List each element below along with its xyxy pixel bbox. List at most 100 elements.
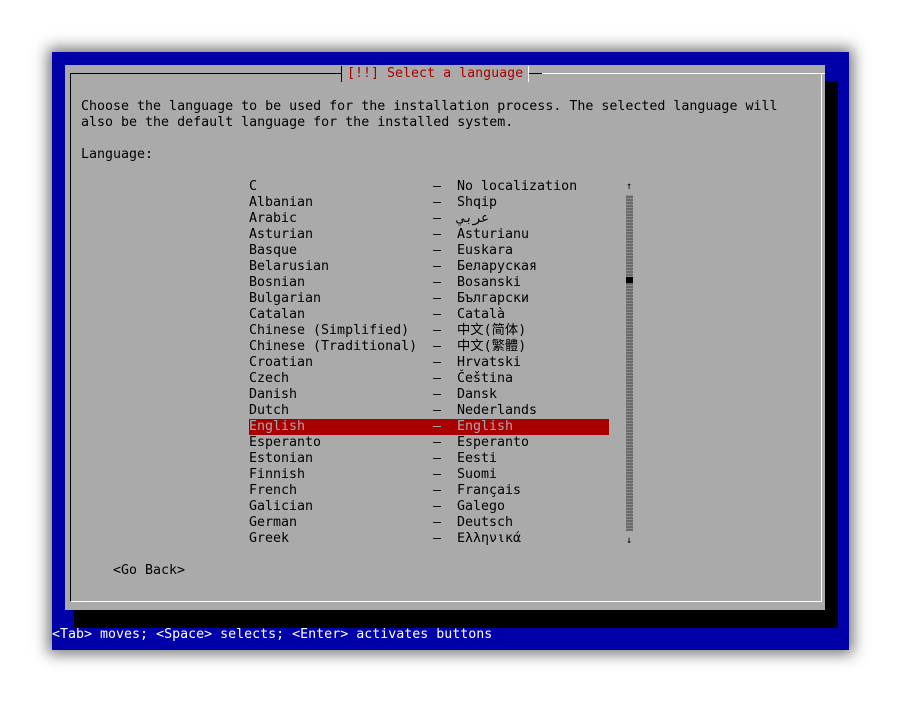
language-native-name: Nederlands — [457, 403, 538, 418]
language-native-name: Català — [457, 307, 506, 322]
language-name: Albanian — [249, 195, 314, 210]
language-option[interactable]: German – Deutsch — [249, 515, 609, 531]
language-separator: – — [433, 323, 442, 338]
dialog-frame-highlight — [542, 73, 825, 74]
language-name: Basque — [249, 243, 298, 258]
description-line-2: also be the default language for the ins… — [81, 115, 514, 130]
scrollbar-track[interactable] — [626, 195, 633, 531]
language-native-name: Euskara — [457, 243, 514, 258]
language-separator: – — [433, 435, 442, 450]
language-separator: – — [433, 307, 442, 322]
scroll-down-arrow-icon[interactable]: ↓ — [624, 533, 634, 547]
language-name: Arabic — [249, 211, 298, 226]
language-native-name: Français — [457, 483, 522, 498]
language-native-name: Hrvatski — [457, 355, 522, 370]
language-name: Esperanto — [249, 435, 322, 450]
language-option[interactable]: Esperanto – Esperanto — [249, 435, 609, 451]
language-separator: – — [433, 291, 442, 306]
language-separator: – — [433, 243, 442, 258]
language-option[interactable]: Bosnian – Bosanski — [249, 275, 609, 291]
language-option[interactable]: Chinese (Traditional) – 中文(繁體) — [249, 339, 609, 355]
language-option[interactable]: Basque – Euskara — [249, 243, 609, 259]
language-separator: – — [433, 483, 442, 498]
language-native-name: Galego — [457, 499, 506, 514]
language-separator: – — [433, 227, 442, 242]
language-native-name: Eesti — [457, 451, 498, 466]
language-native-name: No localization — [457, 179, 578, 194]
language-native-name: 中文(简体) — [457, 323, 527, 338]
dialog-description: Choose the language to be used for the i… — [81, 99, 801, 131]
description-line-1: Choose the language to be used for the i… — [81, 99, 778, 114]
language-list[interactable]: C – No localization Albanian – Shqip Arabic – عر… — [249, 179, 609, 547]
language-option[interactable]: Bulgarian – Български — [249, 291, 609, 307]
language-separator: – — [433, 179, 442, 194]
language-native-name: 中文(繁體) — [457, 339, 527, 354]
language-name: Finnish — [249, 467, 306, 482]
language-option[interactable]: Asturian – Asturianu — [249, 227, 609, 243]
language-separator: – — [433, 371, 442, 386]
language-name: Danish — [249, 387, 298, 402]
language-native-name: Deutsch — [457, 515, 514, 530]
language-native-name: Dansk — [457, 387, 498, 402]
language-option[interactable]: Belarusian – Беларуская — [249, 259, 609, 275]
language-native-name: Bosanski — [457, 275, 522, 290]
language-name: Czech — [249, 371, 290, 386]
language-name: French — [249, 483, 298, 498]
language-name: Catalan — [249, 307, 306, 322]
language-name: Chinese (Simplified) — [249, 323, 410, 338]
language-native-name: Беларуская — [457, 259, 538, 274]
language-option[interactable]: Czech – Čeština — [249, 371, 609, 387]
language-option[interactable]: Croatian – Hrvatski — [249, 355, 609, 371]
language-option[interactable]: Arabic – عربي — [249, 211, 609, 227]
status-bar: <Tab> moves; <Space> selects; <Enter> ac… — [52, 627, 493, 642]
language-name: Bulgarian — [249, 291, 322, 306]
language-native-name: Čeština — [457, 371, 514, 386]
language-name: Belarusian — [249, 259, 330, 274]
language-name: Asturian — [249, 227, 314, 242]
language-native-name: English — [457, 419, 514, 434]
language-separator: – — [433, 211, 442, 226]
language-option-selected[interactable]: English – English — [249, 419, 609, 435]
language-separator: – — [433, 387, 442, 402]
language-name: Galician — [249, 499, 314, 514]
language-option[interactable]: C – No localization — [249, 179, 609, 195]
language-name: Croatian — [249, 355, 314, 370]
go-back-button[interactable]: <Go Back> — [113, 563, 185, 579]
language-name: Greek — [249, 531, 290, 546]
language-option[interactable]: Galician – Galego — [249, 499, 609, 515]
language-separator: – — [433, 403, 442, 418]
language-separator: – — [433, 531, 442, 546]
dialog-shadow-bottom — [74, 610, 838, 628]
language-option[interactable]: Albanian – Shqip — [249, 195, 609, 211]
language-separator: – — [433, 275, 442, 290]
language-native-name: Asturianu — [457, 227, 530, 242]
language-option[interactable]: Catalan – Català — [249, 307, 609, 323]
scroll-up-arrow-icon[interactable]: ↑ — [624, 179, 634, 193]
language-separator: – — [433, 419, 442, 434]
language-name: Chinese (Traditional) — [249, 339, 418, 354]
language-separator: – — [433, 499, 442, 514]
language-native-name: عربي — [457, 211, 490, 226]
language-native-name: Suomi — [457, 467, 498, 482]
language-option[interactable]: French – Français — [249, 483, 609, 499]
language-separator: – — [433, 259, 442, 274]
language-option[interactable]: Estonian – Eesti — [249, 451, 609, 467]
language-name: German — [249, 515, 298, 530]
language-option[interactable]: Danish – Dansk — [249, 387, 609, 403]
language-separator: – — [433, 339, 442, 354]
language-option[interactable]: Dutch – Nederlands — [249, 403, 609, 419]
language-option[interactable]: Greek – Ελληνικά — [249, 531, 609, 547]
language-native-name: Shqip — [457, 195, 498, 210]
language-option[interactable]: Finnish – Suomi — [249, 467, 609, 483]
language-name: C — [249, 179, 258, 194]
language-name: English — [249, 419, 306, 434]
language-separator: – — [433, 515, 442, 530]
language-native-name: Esperanto — [457, 435, 530, 450]
language-native-name: Български — [457, 291, 530, 306]
language-name: Estonian — [249, 451, 314, 466]
language-list-scrollbar[interactable]: ↑ ↓ — [624, 179, 634, 547]
language-name: Dutch — [249, 403, 290, 418]
language-option[interactable]: Chinese (Simplified) – 中文(简体) — [249, 323, 609, 339]
scrollbar-thumb[interactable] — [626, 277, 633, 283]
language-dialog: [!!] Select a language Choose the langua… — [65, 65, 825, 610]
